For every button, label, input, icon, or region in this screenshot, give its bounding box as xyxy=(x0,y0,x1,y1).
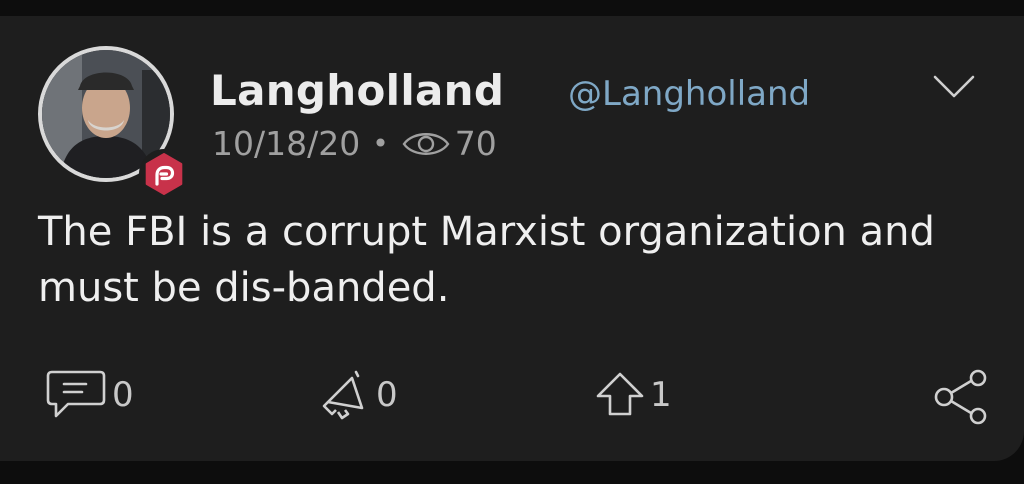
chevron-down-icon[interactable] xyxy=(932,74,976,100)
comment-icon xyxy=(46,370,106,418)
echo-megaphone-icon xyxy=(322,370,364,420)
share-icon xyxy=(934,369,987,425)
upvote-button[interactable]: 1 xyxy=(592,368,672,422)
author-display-name[interactable]: Langholland xyxy=(210,66,504,115)
author-avatar-container[interactable] xyxy=(38,46,189,199)
eye-icon xyxy=(402,132,450,155)
upvote-count: 1 xyxy=(650,375,672,415)
meta-separator: • xyxy=(372,127,389,160)
echo-count: 0 xyxy=(376,375,398,415)
share-button[interactable] xyxy=(930,368,992,426)
view-count: 70 xyxy=(454,124,497,163)
post-card: Langholland @Langholland 10/18/20 • 70 T… xyxy=(0,16,1024,461)
post-meta: 10/18/20 • 70 xyxy=(212,124,497,163)
comment-button[interactable]: 0 xyxy=(42,368,134,422)
parler-logo-icon xyxy=(145,153,183,195)
comment-count: 0 xyxy=(112,375,134,415)
author-handle[interactable]: @Langholland xyxy=(568,74,810,114)
echo-button[interactable]: 0 xyxy=(318,368,398,422)
badge xyxy=(139,149,189,199)
upvote-arrow-icon xyxy=(596,372,644,416)
post-date: 10/18/20 xyxy=(212,124,361,163)
post-body: The FBI is a corrupt Marxist organizatio… xyxy=(38,209,935,311)
